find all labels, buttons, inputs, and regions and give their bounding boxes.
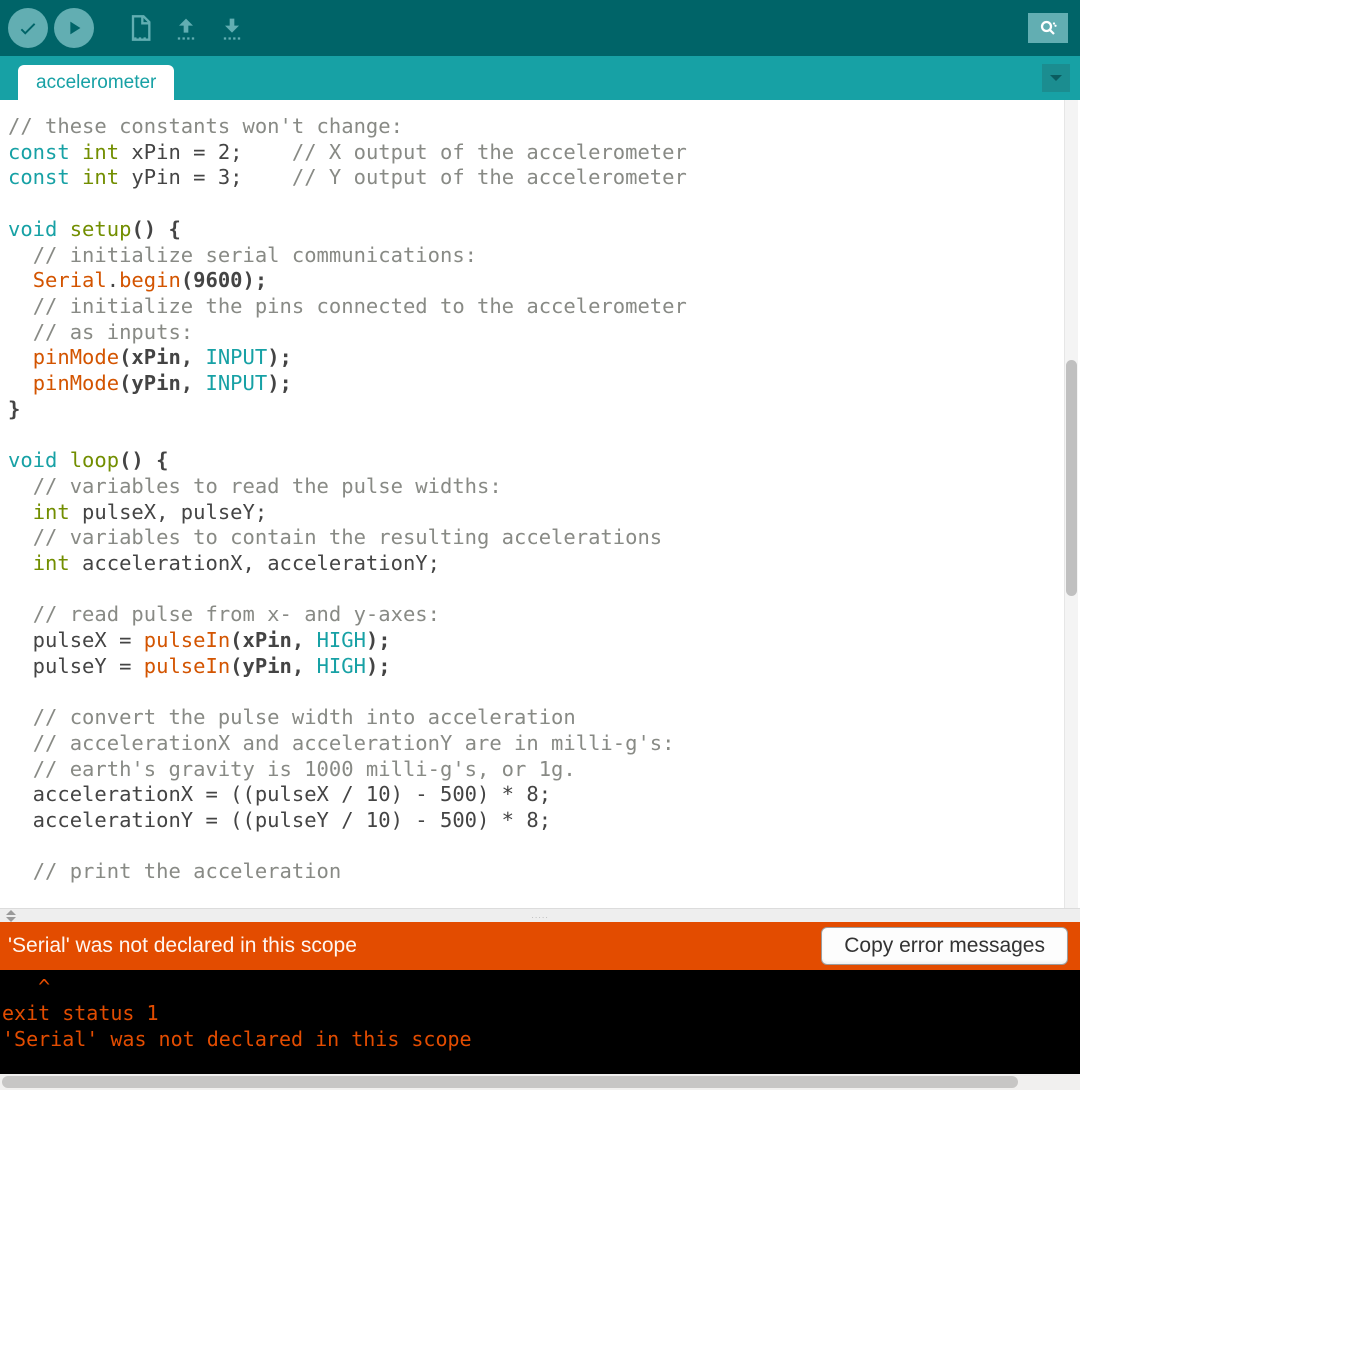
output-console[interactable]: ^ exit status 1 'Serial' was not declare…: [0, 970, 1080, 1074]
sketch-tab[interactable]: accelerometer: [18, 65, 174, 100]
code-line: // read pulse from x- and y-axes:: [8, 602, 1062, 628]
horizontal-scrollbar-thumb[interactable]: [2, 1076, 1018, 1088]
code-line: int accelerationX, accelerationY;: [8, 551, 1062, 577]
code-line: [8, 577, 1062, 603]
tab-menu-button[interactable]: [1042, 64, 1070, 92]
code-line: // initialize serial communications:: [8, 243, 1062, 269]
editor-area: // these constants won't change:const in…: [0, 100, 1080, 908]
code-line: [8, 422, 1062, 448]
verify-button[interactable]: [8, 8, 48, 48]
editor-scrollbar[interactable]: [1064, 100, 1078, 908]
check-icon: [17, 17, 39, 39]
code-line: Serial.begin(9600);: [8, 268, 1062, 294]
magnifier-icon: [1036, 19, 1060, 37]
code-editor[interactable]: // these constants won't change:const in…: [8, 100, 1062, 908]
save-sketch-button[interactable]: [212, 8, 252, 48]
code-line: pulseY = pulseIn(yPin, HIGH);: [8, 654, 1062, 680]
code-line: }: [8, 397, 1062, 423]
editor-scrollbar-thumb[interactable]: [1066, 360, 1077, 596]
code-line: [8, 679, 1062, 705]
code-line: // as inputs:: [8, 320, 1062, 346]
tab-bar: accelerometer: [0, 56, 1080, 100]
serial-monitor-button[interactable]: [1028, 13, 1068, 43]
open-sketch-button[interactable]: [166, 8, 206, 48]
upload-button[interactable]: [54, 8, 94, 48]
horizontal-scrollbar[interactable]: [0, 1074, 1080, 1090]
file-icon: [126, 14, 154, 42]
code-line: void setup() {: [8, 217, 1062, 243]
code-line: // print the acceleration: [8, 859, 1062, 885]
arduino-ide-window: accelerometer // these constants won't c…: [0, 0, 1080, 1090]
new-sketch-button[interactable]: [120, 8, 160, 48]
code-line: accelerationX = ((pulseX / 10) - 500) * …: [8, 782, 1062, 808]
code-line: [8, 834, 1062, 860]
code-line: int pulseX, pulseY;: [8, 500, 1062, 526]
code-line: pinMode(xPin, INPUT);: [8, 345, 1062, 371]
code-line: // accelerationX and accelerationY are i…: [8, 731, 1062, 757]
code-line: pinMode(yPin, INPUT);: [8, 371, 1062, 397]
code-line: // convert the pulse width into accelera…: [8, 705, 1062, 731]
code-line: // variables to read the pulse widths:: [8, 474, 1062, 500]
arrow-up-icon: [172, 14, 200, 42]
code-line: const int xPin = 2; // X output of the a…: [8, 140, 1062, 166]
code-line: // variables to contain the resulting ac…: [8, 525, 1062, 551]
code-line: const int yPin = 3; // Y output of the a…: [8, 165, 1062, 191]
code-line: // these constants won't change:: [8, 114, 1062, 140]
pane-resize-handle[interactable]: ∙∙∙∙∙: [0, 908, 1080, 922]
chevron-down-icon: [1049, 73, 1063, 83]
code-line: [8, 191, 1062, 217]
code-line: pulseX = pulseIn(xPin, HIGH);: [8, 628, 1062, 654]
code-line: accelerationY = ((pulseY / 10) - 500) * …: [8, 808, 1062, 834]
code-line: void loop() {: [8, 448, 1062, 474]
toolbar: [0, 0, 1080, 56]
copy-error-button[interactable]: Copy error messages: [821, 927, 1068, 965]
error-summary: 'Serial' was not declared in this scope: [8, 934, 821, 958]
arrow-down-icon: [218, 14, 246, 42]
code-line: // initialize the pins connected to the …: [8, 294, 1062, 320]
arrow-right-icon: [63, 17, 85, 39]
code-line: // earth's gravity is 1000 milli-g's, or…: [8, 757, 1062, 783]
error-bar: 'Serial' was not declared in this scope …: [0, 922, 1080, 970]
